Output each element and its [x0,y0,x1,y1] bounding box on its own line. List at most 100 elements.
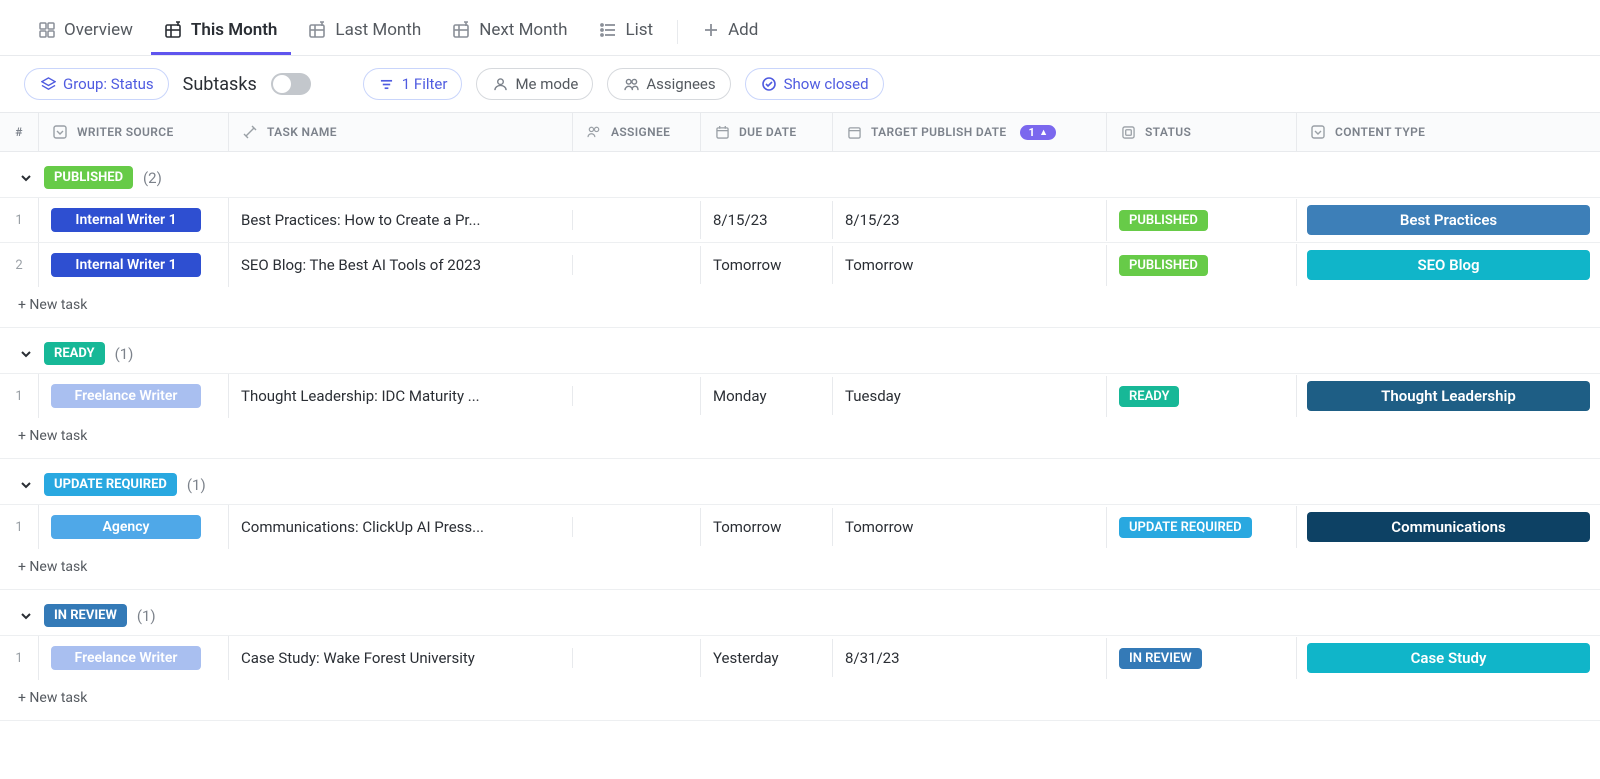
group-count: (1) [137,607,156,625]
table-row[interactable]: 1Freelance WriterThought Leadership: IDC… [0,373,1600,418]
chevron-down-icon[interactable] [18,346,34,362]
table-row[interactable]: 1AgencyCommunications: ClickUp AI Press.… [0,504,1600,549]
group-count: (2) [143,169,162,187]
calendar-icon [713,123,731,141]
group-header: READY(1) [0,328,1600,373]
chevron-down-icon[interactable] [18,608,34,624]
dropdown-icon [51,123,69,141]
writer-source-cell[interactable]: Freelance Writer [38,374,228,418]
table-row[interactable]: 1Internal Writer 1Best Practices: How to… [0,197,1600,242]
tab-this-month[interactable]: This Month [151,8,292,55]
show-closed-pill[interactable]: Show closed [745,68,884,100]
target-publish-cell[interactable]: Tuesday [832,377,1106,415]
new-task-button[interactable]: + New task [0,418,1600,459]
assignees-label: Assignees [646,75,715,93]
col-content-type[interactable]: CONTENT TYPE [1296,113,1600,151]
people-icon [622,75,640,93]
due-date-cell[interactable]: Tomorrow [700,246,832,284]
assignee-cell[interactable] [572,648,700,668]
target-publish-cell[interactable]: Tomorrow [832,246,1106,284]
group-count: (1) [187,476,206,494]
tab-last-month[interactable]: Last Month [295,8,435,55]
col-status[interactable]: STATUS [1106,113,1296,151]
writer-source-cell[interactable]: Freelance Writer [38,636,228,680]
show-closed-label: Show closed [784,75,869,93]
status-cell[interactable]: PUBLISHED [1106,200,1296,241]
task-name-cell[interactable]: Case Study: Wake Forest University [228,636,572,680]
writer-source-badge: Internal Writer 1 [51,253,201,277]
new-task-button[interactable]: + New task [0,680,1600,721]
due-date-cell[interactable]: Yesterday [700,639,832,677]
target-publish-cell[interactable]: 8/15/23 [832,201,1106,239]
content-type-badge: Best Practices [1307,205,1590,235]
status-cell[interactable]: IN REVIEW [1106,638,1296,679]
status-badge: PUBLISHED [1119,210,1208,231]
me-mode-pill[interactable]: Me mode [476,68,593,100]
new-task-button[interactable]: + New task [0,287,1600,328]
group-status-tag[interactable]: READY [44,342,105,365]
new-task-button[interactable]: + New task [0,549,1600,590]
subtasks-toggle[interactable] [271,73,311,95]
tab-label: Overview [64,20,133,40]
add-view-label: Add [728,20,758,40]
chevron-down-icon[interactable] [18,170,34,186]
task-name-cell[interactable]: Thought Leadership: IDC Maturity ... [228,374,572,418]
content-type-badge: Thought Leadership [1307,381,1590,411]
status-cell[interactable]: READY [1106,376,1296,417]
writer-source-cell[interactable]: Agency [38,505,228,549]
content-type-cell[interactable]: Case Study [1296,637,1600,679]
person-icon [491,75,509,93]
status-badge: UPDATE REQUIRED [1119,517,1252,538]
due-date-cell[interactable]: 8/15/23 [700,201,832,239]
group-label: Group: Status [63,75,154,93]
col-number[interactable]: # [0,115,38,149]
calendar-icon [845,123,863,141]
col-due-date[interactable]: DUE DATE [700,113,832,151]
filter-pill[interactable]: 1 Filter [363,68,463,100]
assignee-cell[interactable] [572,517,700,537]
writer-source-cell[interactable]: Internal Writer 1 [38,198,228,242]
grid-icon [38,21,56,39]
col-task-name[interactable]: TASK NAME [228,113,572,151]
task-name-cell[interactable]: Best Practices: How to Create a Pr... [228,198,572,242]
tab-list[interactable]: List [585,8,667,55]
content-type-cell[interactable]: Best Practices [1296,199,1600,241]
writer-source-cell[interactable]: Internal Writer 1 [38,243,228,287]
content-type-cell[interactable]: Communications [1296,506,1600,548]
table-pin-icon [165,21,183,39]
table-row[interactable]: 1Freelance WriterCase Study: Wake Forest… [0,635,1600,680]
due-date-cell[interactable]: Monday [700,377,832,415]
assignee-cell[interactable] [572,255,700,275]
target-publish-cell[interactable]: 8/31/23 [832,639,1106,677]
row-number: 1 [0,510,38,545]
group-pill[interactable]: Group: Status [24,68,169,100]
add-view-button[interactable]: Add [688,8,772,55]
status-cell[interactable]: UPDATE REQUIRED [1106,507,1296,548]
content-type-cell[interactable]: Thought Leadership [1296,375,1600,417]
group-status-tag[interactable]: UPDATE REQUIRED [44,473,177,496]
content-type-cell[interactable]: SEO Blog [1296,244,1600,286]
tab-label: List [625,20,653,40]
group-status-tag[interactable]: PUBLISHED [44,166,133,189]
due-date-cell[interactable]: Tomorrow [700,508,832,546]
col-writer-source[interactable]: WRITER SOURCE [38,113,228,151]
group-header: UPDATE REQUIRED (1) [0,459,1600,504]
tab-overview[interactable]: Overview [24,8,147,55]
table-row[interactable]: 2Internal Writer 1SEO Blog: The Best AI … [0,242,1600,287]
magic-icon [241,123,259,141]
task-name-cell[interactable]: SEO Blog: The Best AI Tools of 2023 [228,243,572,287]
writer-source-badge: Freelance Writer [51,646,201,670]
assignee-cell[interactable] [572,210,700,230]
sort-indicator[interactable]: 1 ▲ [1020,125,1056,140]
target-publish-cell[interactable]: Tomorrow [832,508,1106,546]
col-target-publish[interactable]: TARGET PUBLISH DATE 1 ▲ [832,113,1106,151]
row-number: 1 [0,379,38,414]
tab-next-month[interactable]: Next Month [439,8,581,55]
group-status-tag[interactable]: IN REVIEW [44,604,127,627]
assignees-pill[interactable]: Assignees [607,68,730,100]
assignee-cell[interactable] [572,386,700,406]
status-cell[interactable]: PUBLISHED [1106,245,1296,286]
col-assignee[interactable]: ASSIGNEE [572,113,700,151]
task-name-cell[interactable]: Communications: ClickUp AI Press... [228,505,572,549]
chevron-down-icon[interactable] [18,477,34,493]
